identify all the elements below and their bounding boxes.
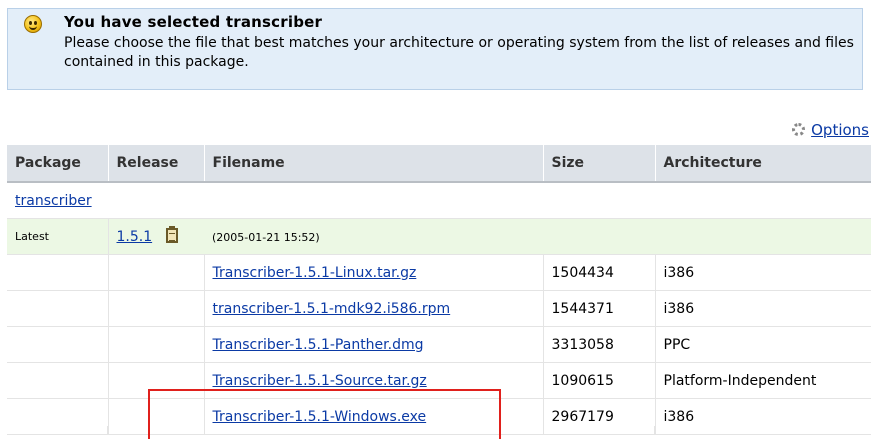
package-link[interactable]: transcriber (15, 193, 92, 209)
notice-text: Please choose the file that best matches… (64, 35, 854, 70)
table-row: Transcriber-1.5.1-Linux.tar.gz 1504434 i… (7, 254, 871, 291)
header-size: Size (542, 145, 655, 183)
file-size: 1504434 (542, 254, 655, 291)
file-arch: PPC (654, 326, 871, 363)
clipboard-icon[interactable] (166, 226, 179, 243)
release-date: (2005-01-21 15:52) (212, 230, 320, 244)
header-architecture: Architecture (654, 145, 871, 183)
file-link-windows[interactable]: Transcriber-1.5.1-Windows.exe (213, 409, 427, 425)
latest-label: Latest (7, 218, 108, 255)
table-row: transcriber-1.5.1-mdk92.i586.rpm 1544371… (7, 290, 871, 327)
notice-box: You have selected transcriber Please cho… (7, 8, 863, 90)
header-filename: Filename (203, 145, 543, 183)
header-release: Release (107, 145, 204, 183)
files-table: Package Release Filename Size Architectu… (7, 145, 871, 435)
smiley-icon (24, 15, 42, 33)
file-size: 3313058 (542, 326, 655, 363)
file-size: 1090615 (542, 362, 655, 399)
release-version-link[interactable]: 1.5.1 (117, 229, 153, 245)
release-row: Latest 1.5.1 (2005-01-21 15:52) (7, 218, 871, 255)
file-link[interactable]: Transcriber-1.5.1-Panther.dmg (213, 337, 424, 353)
table-row: Transcriber-1.5.1-Panther.dmg 3313058 PP… (7, 326, 871, 363)
file-arch: Platform-Independent (654, 362, 871, 399)
file-size: 1544371 (542, 290, 655, 327)
table-continuation (7, 426, 871, 434)
file-link[interactable]: Transcriber-1.5.1-Linux.tar.gz (213, 265, 417, 281)
package-row: transcriber (7, 182, 871, 219)
file-arch: i386 (654, 254, 871, 291)
gear-icon[interactable] (792, 123, 806, 136)
table-header-row: Package Release Filename Size Architectu… (7, 145, 871, 183)
options-link-container: Options (792, 121, 869, 139)
options-link[interactable]: Options (811, 121, 869, 139)
table-row: Transcriber-1.5.1-Source.tar.gz 1090615 … (7, 362, 871, 399)
header-package: Package (7, 145, 108, 183)
notice-title: You have selected transcriber (64, 13, 323, 31)
file-arch: i386 (654, 290, 871, 327)
file-link[interactable]: Transcriber-1.5.1-Source.tar.gz (213, 373, 427, 389)
file-link[interactable]: transcriber-1.5.1-mdk92.i586.rpm (213, 301, 451, 317)
